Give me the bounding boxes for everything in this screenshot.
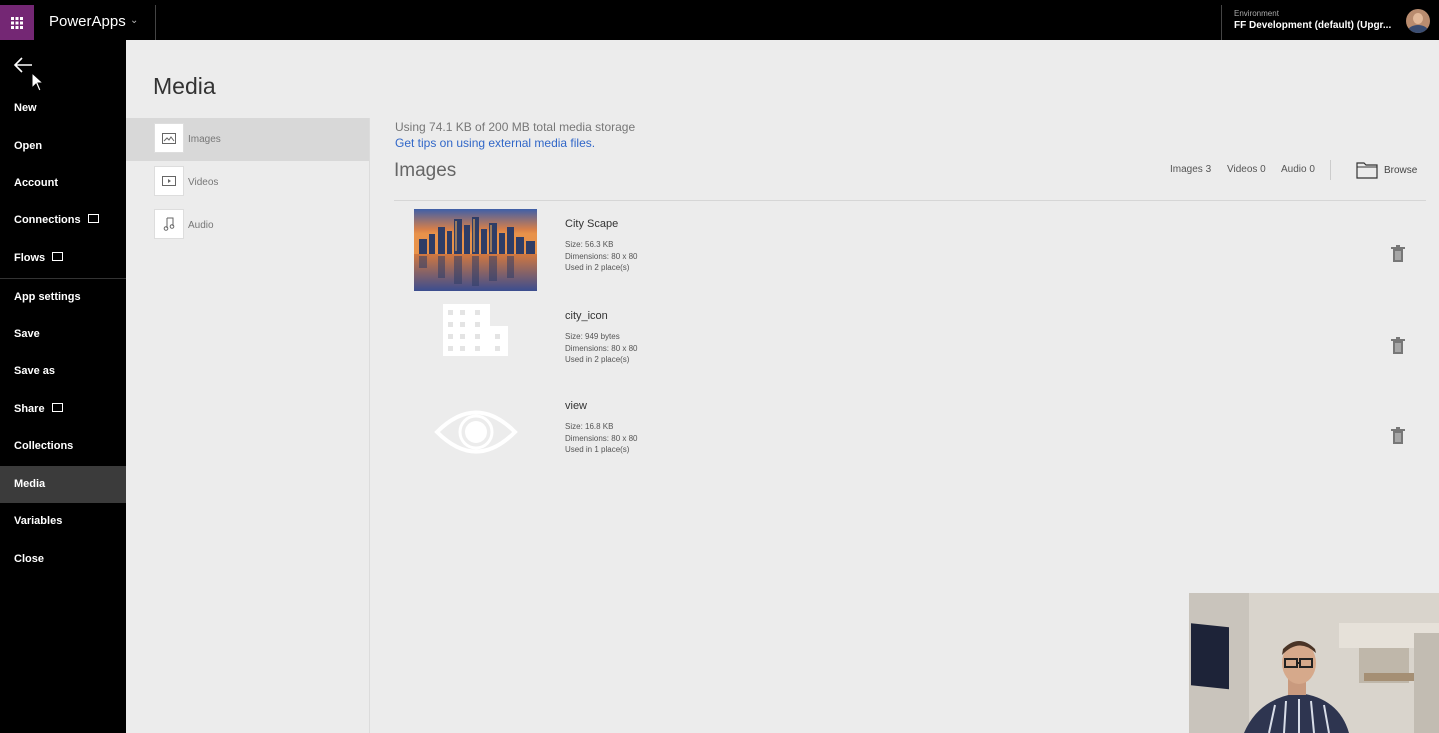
- media-name: city_icon: [565, 310, 608, 322]
- external-media-tips-link[interactable]: Get tips on using external media files.: [395, 136, 595, 150]
- nav-share-label: Share: [14, 403, 45, 415]
- app-name[interactable]: PowerApps: [49, 13, 126, 30]
- nav-open[interactable]: Open: [0, 128, 126, 165]
- city-scape-thumbnail[interactable]: [414, 209, 537, 291]
- delete-icon[interactable]: [1390, 427, 1406, 445]
- mouse-cursor-icon: [31, 72, 45, 92]
- media-dimensions: Dimensions: 80 x 80: [565, 251, 638, 261]
- divider: [155, 5, 156, 40]
- subnav-images-label: Images: [188, 134, 221, 145]
- nav-connections-label: Connections: [14, 214, 81, 226]
- browse-button[interactable]: Browse: [1356, 159, 1417, 181]
- media-type-nav: Images Videos Audio: [126, 118, 370, 733]
- music-note-icon: [154, 209, 184, 239]
- nav-flows[interactable]: Flows: [0, 240, 126, 277]
- media-size: Size: 949 bytes: [565, 332, 620, 341]
- page-title: Media: [153, 73, 216, 99]
- webcam-image: [1189, 593, 1439, 733]
- nav-open-label: Open: [14, 140, 43, 152]
- nav-save[interactable]: Save: [0, 316, 126, 353]
- avatar-shirt: [1408, 25, 1428, 33]
- nav-account-label: Account: [14, 177, 58, 189]
- images-count: Images 3: [1170, 164, 1212, 175]
- file-menu: New Open Account Connections Flows App s…: [0, 40, 126, 733]
- eye-icon[interactable]: [434, 405, 518, 459]
- media-name: view: [565, 400, 588, 412]
- nav-close-label: Close: [14, 553, 44, 565]
- nav-save-label: Save: [14, 328, 40, 340]
- building-icon[interactable]: [440, 302, 512, 358]
- subnav-audio[interactable]: Audio: [126, 204, 369, 247]
- subnav-audio-label: Audio: [188, 220, 214, 231]
- nav-save-as-label: Save as: [14, 365, 55, 377]
- nav-connections[interactable]: Connections: [0, 202, 126, 239]
- nav-collections[interactable]: Collections: [0, 428, 126, 465]
- nav-close[interactable]: Close: [0, 541, 126, 578]
- environment-picker[interactable]: Environment FF Development (default) (Up…: [1221, 5, 1404, 40]
- image-icon: [154, 123, 184, 153]
- nav-account[interactable]: Account: [0, 165, 126, 202]
- nav-app-settings-label: App settings: [14, 291, 81, 303]
- chevron-down-icon[interactable]: ⌄: [130, 15, 138, 26]
- waffle-icon: [11, 16, 23, 29]
- nav-new-label: New: [14, 102, 37, 114]
- environment-value: FF Development (default) (Upgr...: [1234, 20, 1392, 31]
- nav-media-label: Media: [14, 478, 46, 490]
- media-dimensions: Dimensions: 80 x 80: [565, 433, 638, 443]
- divider: [394, 200, 1426, 201]
- nav-variables-label: Variables: [14, 515, 63, 527]
- environment-label: Environment: [1234, 9, 1279, 18]
- media-size: Size: 16.8 KB: [565, 422, 614, 431]
- delete-icon[interactable]: [1390, 245, 1406, 263]
- avatar-face: [1413, 13, 1423, 24]
- nav-share[interactable]: Share: [0, 391, 126, 428]
- video-icon: [154, 166, 184, 196]
- nav-variables[interactable]: Variables: [0, 503, 126, 540]
- nav-new[interactable]: New: [0, 90, 126, 127]
- city-photo-image: [414, 209, 537, 291]
- external-link-icon: [52, 252, 64, 261]
- media-size: Size: 56.3 KB: [565, 240, 614, 249]
- external-link-icon: [51, 403, 63, 412]
- nav-media[interactable]: Media: [0, 466, 126, 503]
- external-link-icon: [87, 214, 99, 223]
- storage-usage-text: Using 74.1 KB of 200 MB total media stor…: [395, 120, 636, 134]
- subnav-videos[interactable]: Videos: [126, 161, 369, 204]
- webcam-overlay: [1189, 593, 1439, 733]
- delete-icon[interactable]: [1390, 337, 1406, 355]
- videos-count: Videos 0: [1227, 164, 1266, 175]
- browse-label: Browse: [1384, 164, 1418, 176]
- audio-count: Audio 0: [1281, 164, 1315, 175]
- media-dimensions: Dimensions: 80 x 80: [565, 343, 638, 353]
- nav-flows-label: Flows: [14, 252, 46, 264]
- media-usage: Used in 2 place(s): [565, 355, 630, 364]
- avatar[interactable]: [1406, 9, 1430, 33]
- media-usage: Used in 1 place(s): [565, 445, 630, 454]
- nav-save-as[interactable]: Save as: [0, 353, 126, 390]
- section-title: Images: [394, 160, 457, 181]
- subnav-images[interactable]: Images: [126, 118, 369, 161]
- folder-icon: [1356, 162, 1378, 179]
- media-details: Size: 16.8 KB Dimensions: 80 x 80 Used i…: [565, 421, 637, 456]
- media-usage: Used in 2 place(s): [565, 263, 630, 272]
- nav-collections-label: Collections: [14, 440, 74, 452]
- app-launcher-button[interactable]: [0, 5, 34, 40]
- divider: [1330, 160, 1331, 180]
- media-details: Size: 56.3 KB Dimensions: 80 x 80 Used i…: [565, 239, 637, 274]
- top-bar: PowerApps ⌄ Environment FF Development (…: [0, 0, 1439, 40]
- nav-app-settings[interactable]: App settings: [0, 279, 126, 316]
- subnav-videos-label: Videos: [188, 177, 219, 188]
- media-details: Size: 949 bytes Dimensions: 80 x 80 Used…: [565, 331, 637, 366]
- media-name: City Scape: [565, 218, 619, 230]
